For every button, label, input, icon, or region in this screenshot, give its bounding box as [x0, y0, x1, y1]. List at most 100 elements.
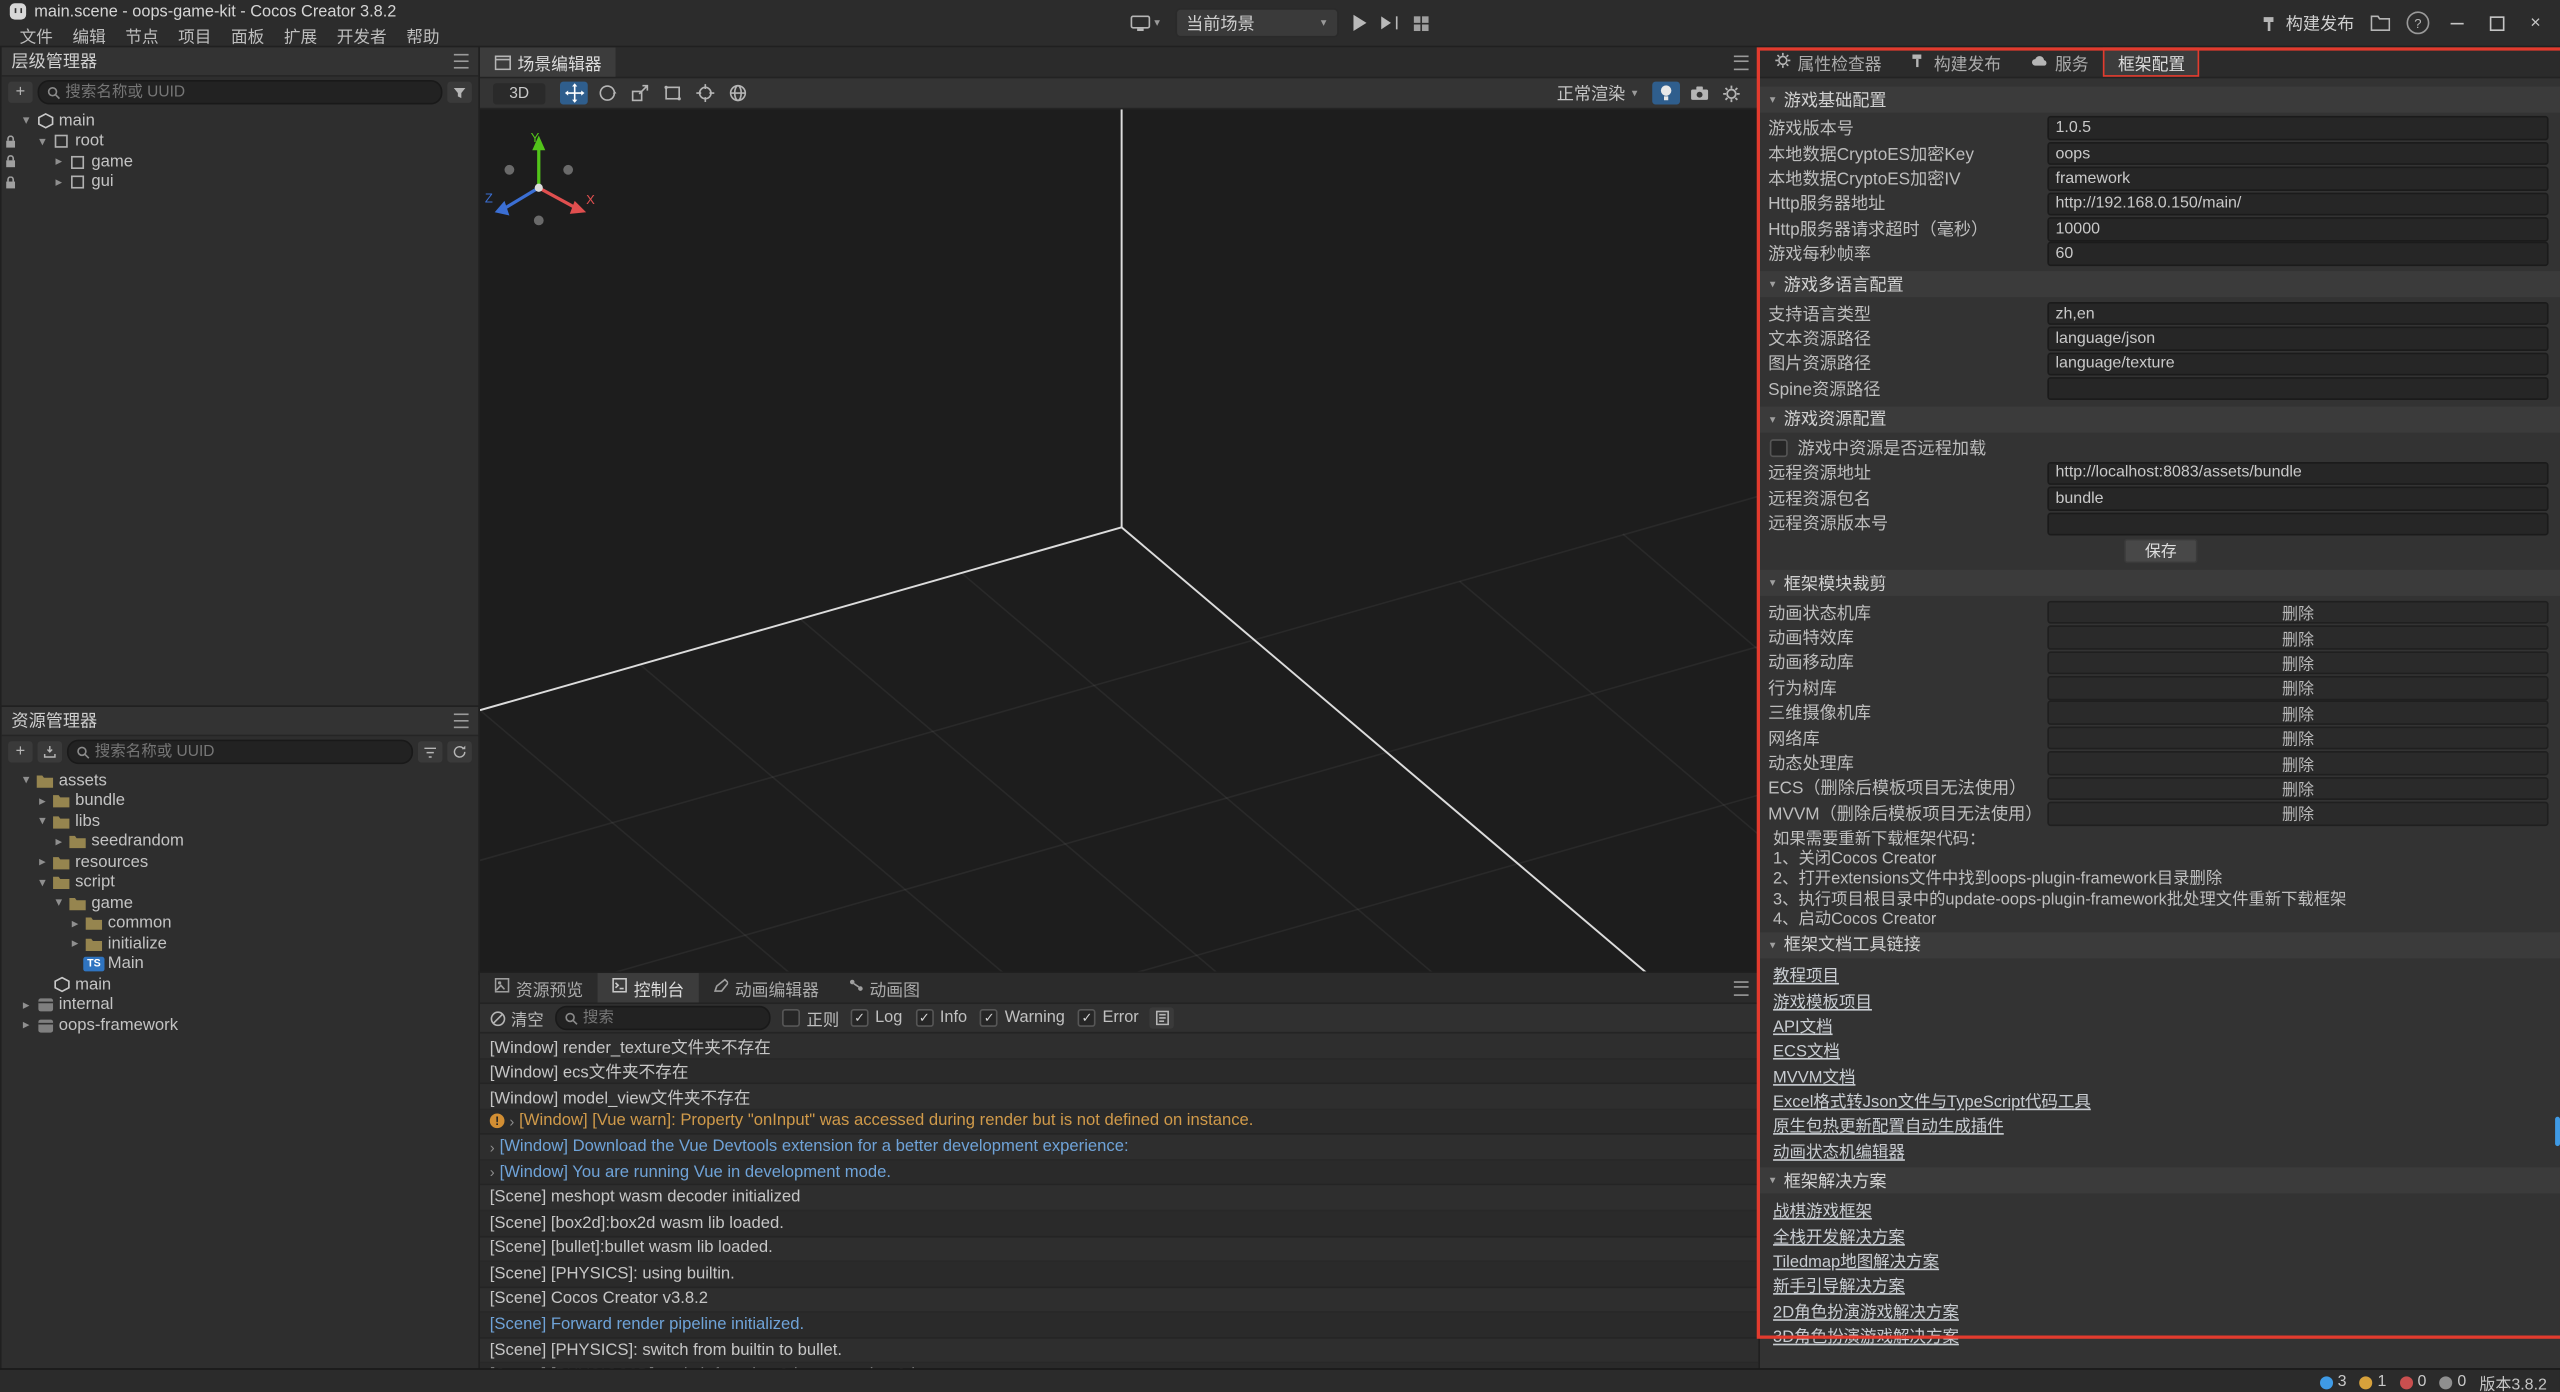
- doc-link[interactable]: Excel格式转Json文件与TypeScript代码工具: [1773, 1087, 2091, 1111]
- delete-module-button[interactable]: 删除: [2047, 676, 2548, 700]
- maximize-button[interactable]: [2485, 11, 2508, 34]
- field-input[interactable]: [2047, 142, 2548, 166]
- step-button[interactable]: [1380, 16, 1397, 29]
- scene-settings-gear-icon[interactable]: [1718, 82, 1746, 105]
- expand-caret-icon[interactable]: ▸: [67, 934, 83, 954]
- project-folder-icon[interactable]: [2371, 15, 2391, 31]
- menu-item-7[interactable]: 帮助: [396, 22, 449, 46]
- tab-scene-editor[interactable]: 场景编辑器: [480, 47, 616, 76]
- field-input[interactable]: [2047, 327, 2548, 351]
- add-asset-button[interactable]: +: [8, 741, 32, 762]
- field-input[interactable]: [2047, 487, 2548, 511]
- doc-link[interactable]: API文档: [1773, 1012, 1833, 1036]
- delete-module-button[interactable]: 删除: [2047, 651, 2548, 675]
- collapse-caret-icon[interactable]: ▾: [34, 132, 50, 152]
- expand-log-caret-icon[interactable]: ›: [509, 1113, 514, 1129]
- field-input[interactable]: [2047, 117, 2548, 141]
- scrollbar-thumb[interactable]: [2555, 1117, 2560, 1146]
- doc-link[interactable]: 原生包热更新配置自动生成插件: [1773, 1113, 2004, 1137]
- filter-error-checkbox[interactable]: ✓Error: [1078, 1009, 1139, 1027]
- scale-tool-icon[interactable]: [625, 82, 653, 105]
- expand-log-caret-icon[interactable]: ›: [490, 1139, 495, 1155]
- doc-link[interactable]: 游戏模板项目: [1773, 987, 1872, 1011]
- field-input[interactable]: [2047, 217, 2548, 241]
- field-input[interactable]: [2047, 377, 2548, 401]
- doc-link[interactable]: 新手引导解决方案: [1773, 1273, 1905, 1297]
- tab-property-inspector[interactable]: 属性检查器: [1760, 47, 1896, 76]
- refresh-icon[interactable]: [447, 741, 471, 762]
- asset-node[interactable]: main: [2, 975, 479, 995]
- section-header[interactable]: ▾框架解决方案: [1760, 1167, 2560, 1193]
- play-button[interactable]: [1353, 15, 1366, 31]
- tab-framework-config[interactable]: 框架配置: [2103, 47, 2200, 76]
- field-input[interactable]: [2047, 192, 2548, 216]
- expand-caret-icon[interactable]: ▸: [34, 853, 50, 873]
- asset-node[interactable]: ▾assets: [2, 771, 479, 791]
- field-input[interactable]: [2047, 167, 2548, 191]
- scene-select[interactable]: 当前场景 ▾: [1175, 8, 1338, 37]
- clear-console-button[interactable]: 清空: [490, 1006, 544, 1030]
- section-header[interactable]: ▾框架模块裁剪: [1760, 571, 2560, 597]
- panel-menu-icon[interactable]: [454, 54, 469, 69]
- tab-console[interactable]: 控制台: [598, 973, 699, 1002]
- render-mode-select[interactable]: 正常渲染 ▾: [1557, 81, 1638, 105]
- doc-link[interactable]: 全栈开发解决方案: [1773, 1222, 1905, 1246]
- layout-grid-icon[interactable]: [1412, 14, 1430, 32]
- menu-item-4[interactable]: 面板: [221, 22, 274, 46]
- asset-node[interactable]: ▸initialize: [2, 934, 479, 954]
- collapse-caret-icon[interactable]: ▾: [18, 771, 34, 791]
- platform-select-icon[interactable]: ▾: [1130, 14, 1160, 32]
- filter-warning-checkbox[interactable]: ✓Warning: [980, 1009, 1065, 1027]
- menu-item-6[interactable]: 开发者: [327, 22, 396, 46]
- checkbox[interactable]: [1770, 439, 1788, 457]
- menu-item-1[interactable]: 编辑: [63, 22, 116, 46]
- asset-filter-icon[interactable]: [418, 741, 442, 762]
- rotate-tool-icon[interactable]: [593, 82, 621, 105]
- regex-checkbox[interactable]: 正则: [782, 1006, 839, 1030]
- delete-module-button[interactable]: 删除: [2047, 701, 2548, 725]
- delete-module-button[interactable]: 删除: [2047, 751, 2548, 775]
- log-row[interactable]: [Scene] [bullet]:bullet wasm lib loaded.: [480, 1237, 1758, 1262]
- hierarchy-node[interactable]: ▾root: [2, 131, 479, 151]
- collapse-caret-icon[interactable]: ▾: [51, 893, 67, 913]
- move-tool-icon[interactable]: [560, 82, 588, 105]
- console-search-input[interactable]: [583, 1009, 761, 1027]
- collapse-caret-icon[interactable]: ▾: [34, 873, 50, 893]
- log-row[interactable]: ›[Window] Download the Vue Devtools exte…: [480, 1135, 1758, 1160]
- field-input[interactable]: [2047, 352, 2548, 376]
- hierarchy-search-box[interactable]: [38, 80, 443, 104]
- hierarchy-node[interactable]: ▾main: [2, 111, 479, 131]
- log-row[interactable]: [Window] render_texture文件夹不存在: [480, 1033, 1758, 1058]
- collapse-caret-icon[interactable]: ▾: [18, 111, 34, 131]
- asset-node[interactable]: ▾script: [2, 873, 479, 893]
- log-row[interactable]: ›[Window] You are running Vue in develop…: [480, 1161, 1758, 1186]
- log-row[interactable]: [Scene] Cocos Creator v3.8.2: [480, 1288, 1758, 1313]
- status-message[interactable]: 3: [2320, 1373, 2347, 1391]
- asset-node[interactable]: ▸seedrandom: [2, 832, 479, 852]
- expand-caret-icon[interactable]: ▸: [51, 173, 67, 193]
- hierarchy-search-input[interactable]: [65, 83, 432, 101]
- hierarchy-node[interactable]: ▸gui: [2, 172, 479, 192]
- section-header[interactable]: ▾游戏基础配置: [1760, 87, 2560, 113]
- asset-node[interactable]: ▸internal: [2, 995, 479, 1015]
- log-row[interactable]: !›[Window] [Vue warn]: Property "onInput…: [480, 1110, 1758, 1135]
- expand-caret-icon[interactable]: ▸: [51, 152, 67, 172]
- world-local-toggle-icon[interactable]: [723, 82, 751, 105]
- collapse-caret-icon[interactable]: ▾: [34, 812, 50, 832]
- build-publish-button[interactable]: 构建发布: [2261, 11, 2354, 35]
- panel-menu-icon[interactable]: [454, 713, 469, 728]
- console-search-box[interactable]: [555, 1006, 771, 1030]
- expand-caret-icon[interactable]: ▸: [18, 996, 34, 1016]
- field-input[interactable]: [2047, 302, 2548, 326]
- assets-search-input[interactable]: [95, 743, 404, 761]
- asset-node[interactable]: ▸resources: [2, 852, 479, 872]
- delete-module-button[interactable]: 删除: [2047, 777, 2548, 801]
- rect-tool-icon[interactable]: [658, 82, 686, 105]
- tab-animation-editor[interactable]: 动画编辑器: [699, 973, 834, 1002]
- doc-link[interactable]: 2D角色扮演游戏解决方案: [1773, 1298, 1959, 1322]
- export-log-icon[interactable]: [1150, 1007, 1174, 1028]
- save-button[interactable]: 保存: [2124, 539, 2198, 563]
- log-row[interactable]: [Scene] Forward render pipeline initiali…: [480, 1313, 1758, 1338]
- light-icon[interactable]: [1652, 82, 1680, 105]
- menu-item-2[interactable]: 节点: [116, 22, 169, 46]
